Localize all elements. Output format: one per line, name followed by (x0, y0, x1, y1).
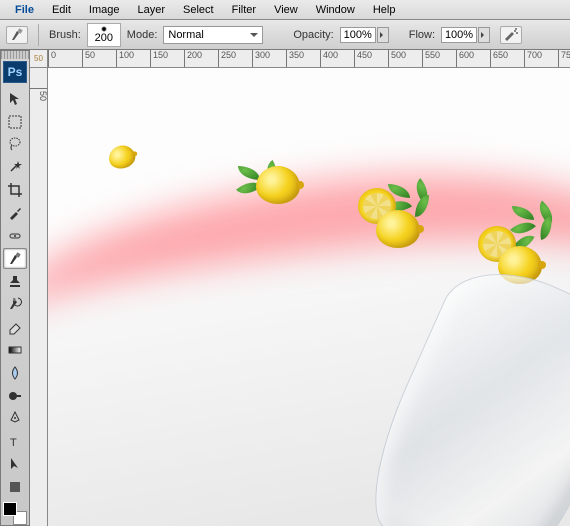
airbrush-toggle-icon[interactable] (500, 26, 522, 44)
ruler-vertical[interactable]: 50 (30, 68, 48, 526)
ruler-tick: 250 (218, 50, 236, 68)
flow-input[interactable] (441, 27, 477, 43)
marquee-tool[interactable] (3, 111, 27, 132)
canvas-artwork-lemon (106, 143, 137, 172)
ruler-tick: 0 (48, 50, 56, 68)
options-bar: Brush: 200 Mode: Normal Opacity: Flow: (0, 20, 570, 50)
panel-grip[interactable] (1, 51, 29, 59)
opacity-input[interactable] (340, 27, 376, 43)
ruler-tick: 600 (456, 50, 474, 68)
ruler-tick: 700 (524, 50, 542, 68)
ruler-tick: 50 (30, 88, 48, 101)
history-brush-tool[interactable] (3, 294, 27, 315)
shape-tool[interactable] (3, 477, 27, 498)
color-swatches[interactable] (3, 502, 27, 525)
flow-spinner[interactable] (441, 27, 490, 43)
canvas-artwork-lemon-leaves (246, 160, 290, 198)
brush-preset-picker[interactable]: 200 (87, 23, 121, 47)
menu-file[interactable]: File (6, 2, 43, 18)
ruler-tick: 400 (320, 50, 338, 68)
menu-view[interactable]: View (265, 2, 307, 18)
wand-tool[interactable] (3, 157, 27, 178)
healing-tool[interactable] (3, 225, 27, 246)
ruler-tick: 500 (388, 50, 406, 68)
stamp-tool[interactable] (3, 271, 27, 292)
menu-bar: File Edit Image Layer Select Filter View… (0, 0, 570, 20)
flow-flyout-icon[interactable] (478, 27, 490, 43)
separator (38, 24, 39, 46)
svg-text:T: T (10, 437, 17, 449)
canvas[interactable] (48, 68, 570, 526)
move-tool[interactable] (3, 88, 27, 109)
lasso-tool[interactable] (3, 134, 27, 155)
type-tool[interactable]: T (3, 431, 27, 452)
menu-layer[interactable]: Layer (129, 2, 175, 18)
app-icon: Ps (3, 61, 27, 84)
path-select-tool[interactable] (3, 454, 27, 475)
document-area: 50 0 50 100 150 200 250 300 350 400 450 … (30, 50, 570, 526)
mode-value: Normal (168, 29, 203, 41)
blur-tool[interactable] (3, 362, 27, 383)
mode-label: Mode: (127, 29, 158, 41)
foreground-color-swatch[interactable] (3, 502, 17, 516)
canvas-artwork-lemon-half-leaves (358, 188, 402, 262)
menu-image[interactable]: Image (80, 2, 129, 18)
brush-label: Brush: (49, 29, 81, 41)
menu-select[interactable]: Select (174, 2, 223, 18)
ruler-horizontal[interactable]: 0 50 100 150 200 250 300 350 400 450 500… (48, 50, 570, 68)
ruler-tick: 650 (490, 50, 508, 68)
crop-tool[interactable] (3, 180, 27, 201)
opacity-label: Opacity: (293, 29, 333, 41)
workspace: Ps T 50 0 50 100 150 200 250 (0, 50, 570, 526)
menu-window[interactable]: Window (307, 2, 364, 18)
ruler-tick: 100 (116, 50, 134, 68)
ruler-tick: 750 (558, 50, 570, 68)
gradient-tool[interactable] (3, 340, 27, 361)
menu-edit[interactable]: Edit (43, 2, 80, 18)
eyedropper-tool[interactable] (3, 202, 27, 223)
opacity-flyout-icon[interactable] (377, 27, 389, 43)
menu-filter[interactable]: Filter (223, 2, 265, 18)
ruler-tick: 150 (150, 50, 168, 68)
ruler-tick: 550 (422, 50, 440, 68)
ruler-origin[interactable]: 50 (30, 50, 48, 68)
flow-label: Flow: (409, 29, 435, 41)
ruler-tick: 200 (184, 50, 202, 68)
opacity-spinner[interactable] (340, 27, 389, 43)
mode-dropdown[interactable]: Normal (163, 26, 263, 44)
eraser-tool[interactable] (3, 317, 27, 338)
pen-tool[interactable] (3, 408, 27, 429)
menu-help[interactable]: Help (364, 2, 405, 18)
dodge-tool[interactable] (3, 385, 27, 406)
ruler-tick: 350 (286, 50, 304, 68)
ruler-tick: 50 (82, 50, 95, 68)
brush-size-value: 200 (95, 32, 113, 44)
tool-panel: Ps T (0, 50, 30, 526)
current-tool-icon[interactable] (6, 26, 28, 44)
ruler-tick: 450 (354, 50, 372, 68)
brush-tool[interactable] (3, 248, 27, 269)
ruler-tick: 300 (252, 50, 270, 68)
